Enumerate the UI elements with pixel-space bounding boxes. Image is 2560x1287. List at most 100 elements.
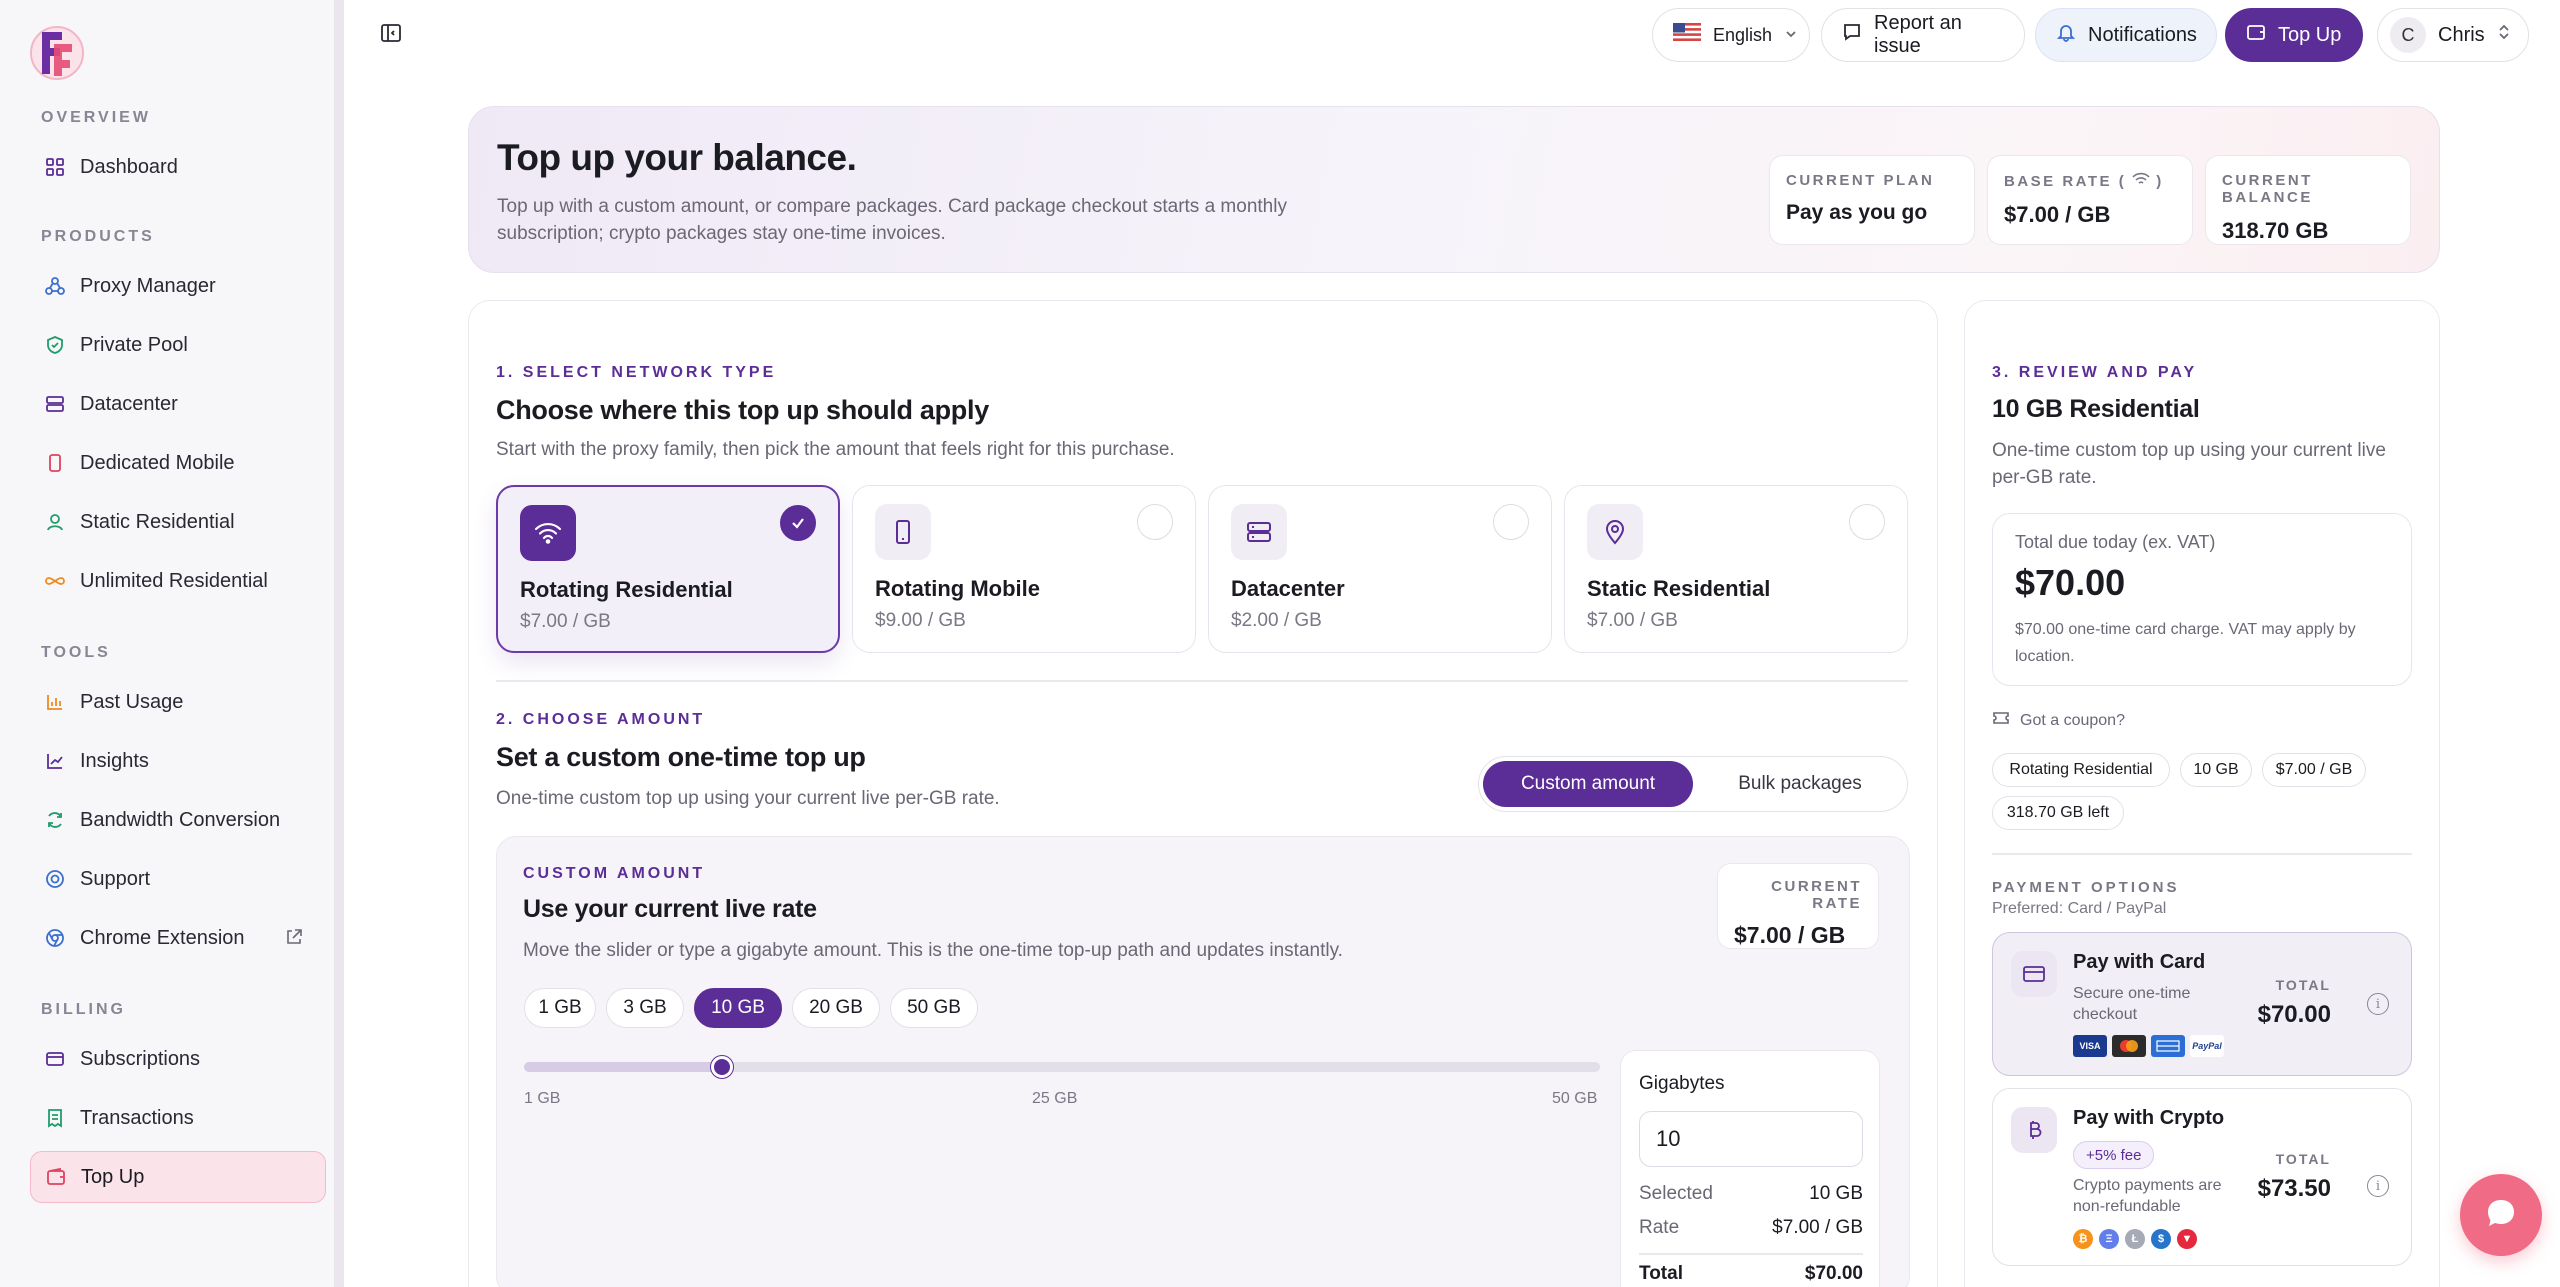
preset-1gb[interactable]: 1 GB (524, 988, 596, 1028)
phone-icon (875, 504, 931, 560)
summary-divider (1639, 1253, 1863, 1255)
network-option-static-residential[interactable]: Static Residential $7.00 / GB (1564, 485, 1908, 653)
radio-icon (1137, 504, 1173, 540)
sidebar-item-static-residential[interactable]: Static Residential (30, 496, 326, 548)
nav-section-overview: OVERVIEW (41, 109, 151, 126)
summary-value: 10 GB (1809, 1183, 1863, 1204)
sidebar-item-dedicated-mobile[interactable]: Dedicated Mobile (30, 437, 326, 489)
bell-icon (2056, 22, 2076, 48)
slider-max-label: 50 GB (1552, 1090, 1598, 1107)
phone-icon (44, 452, 66, 474)
sidebar-item-proxy-manager[interactable]: Proxy Manager (30, 260, 326, 312)
sidebar-item-dashboard[interactable]: Dashboard (30, 141, 326, 193)
litecoin-coin-icon: Ł (2125, 1229, 2145, 1249)
us-flag-icon (1673, 23, 1701, 47)
stat-value: $7.00 / GB (2004, 202, 2111, 227)
stat-label-end: ) (2156, 172, 2164, 190)
radio-icon (1849, 504, 1885, 540)
slider-min-label: 1 GB (524, 1090, 561, 1107)
summary-label: Rate (1639, 1217, 1680, 1238)
preset-20gb[interactable]: 20 GB (792, 988, 880, 1028)
preset-10gb[interactable]: 10 GB (694, 988, 782, 1028)
info-icon[interactable]: i (2367, 1175, 2389, 1197)
report-issue-button[interactable]: Report an issue (1821, 8, 2025, 62)
chevron-up-down-icon (2497, 23, 2511, 47)
refresh-icon (44, 809, 66, 831)
pay-card-total-value: $70.00 (2257, 1001, 2331, 1028)
line-chart-icon (44, 750, 66, 772)
sidebar-item-transactions[interactable]: Transactions (30, 1092, 326, 1144)
gigabytes-input[interactable]: 10 (1639, 1111, 1863, 1167)
sidebar-item-label: Private Pool (80, 333, 188, 356)
sidebar-item-unlimited-residential[interactable]: Unlimited Residential (30, 555, 326, 607)
step2-label: 2. CHOOSE AMOUNT (496, 711, 706, 728)
network-option-rotating-mobile[interactable]: Rotating Mobile $9.00 / GB (852, 485, 1196, 653)
pay-with-card-option[interactable]: Pay with Card Secure one-time checkout V… (1992, 932, 2412, 1076)
tab-custom-amount[interactable]: Custom amount (1483, 761, 1693, 807)
preset-3gb[interactable]: 3 GB (606, 988, 684, 1028)
sidebar-toggle-icon[interactable] (380, 22, 404, 46)
pay-crypto-total-value: $73.50 (2257, 1175, 2331, 1202)
step1-subtitle: Start with the proxy family, then pick t… (496, 439, 1175, 460)
user-menu[interactable]: C Chris (2377, 8, 2529, 62)
paypal-icon: PayPal (2190, 1035, 2224, 1057)
nav-section-products: PRODUCTS (41, 228, 155, 245)
hero-banner: Top up your balance. Top up with a custo… (468, 106, 2440, 273)
receipt-icon (44, 1107, 66, 1129)
info-icon[interactable]: i (2367, 993, 2389, 1015)
nav-section-billing: BILLING (41, 1001, 126, 1018)
top-up-label: Top Up (2278, 23, 2342, 46)
coupon-label: Got a coupon? (2020, 711, 2125, 729)
network-price: $7.00 / GB (520, 611, 611, 632)
pay-crypto-desc: Crypto payments are non-refundable (2073, 1177, 2222, 1215)
usdc-coin-icon: $ (2151, 1229, 2171, 1249)
language-selector[interactable]: English (1652, 8, 1810, 62)
custom-amount-title: Use your current live rate (523, 895, 817, 923)
shield-icon (44, 334, 66, 356)
total-due-value: $70.00 (2015, 562, 2126, 603)
slider-fill (524, 1062, 722, 1072)
sidebar-item-bandwidth-conversion[interactable]: Bandwidth Conversion (30, 794, 326, 846)
network-option-datacenter[interactable]: Datacenter $2.00 / GB (1208, 485, 1552, 653)
sidebar-item-label: Chrome Extension (80, 926, 245, 949)
sidebar-item-datacenter[interactable]: Datacenter (30, 378, 326, 430)
gigabyte-slider-track[interactable] (524, 1062, 1600, 1072)
language-label: English (1713, 24, 1773, 45)
sidebar-item-subscriptions[interactable]: Subscriptions (30, 1033, 326, 1085)
network-price: $9.00 / GB (875, 610, 966, 631)
brand-logo[interactable] (28, 24, 86, 82)
summary-label: Selected (1639, 1183, 1713, 1204)
stat-value: 318.70 GB (2222, 218, 2329, 243)
coupon-link[interactable]: Got a coupon? (1992, 710, 2125, 731)
sidebar-item-label: Insights (80, 749, 149, 772)
stat-label: CURRENT BALANCE (2222, 172, 2313, 206)
tab-bulk-packages[interactable]: Bulk packages (1697, 761, 1903, 807)
sidebar-item-support[interactable]: Support (30, 853, 326, 905)
network-price: $7.00 / GB (1587, 610, 1678, 631)
sidebar-item-chrome-extension[interactable]: Chrome Extension (30, 912, 326, 964)
page-description: Top up with a custom amount, or compare … (497, 196, 1287, 244)
summary-selected-row: Selected 10 GB (1639, 1183, 1863, 1205)
grid-icon (44, 156, 66, 178)
sidebar-item-insights[interactable]: Insights (30, 735, 326, 787)
sidebar-item-label: Proxy Manager (80, 274, 216, 297)
pay-with-crypto-option[interactable]: Pay with Crypto +5% fee Crypto payments … (1992, 1088, 2412, 1266)
sidebar-item-past-usage[interactable]: Past Usage (30, 676, 326, 728)
nav-section-tools: TOOLS (41, 644, 111, 661)
sidebar-item-label: Unlimited Residential (80, 569, 268, 592)
network-price: $2.00 / GB (1231, 610, 1322, 631)
crypto-fee-badge: +5% fee (2073, 1141, 2155, 1169)
top-up-button[interactable]: Top Up (2225, 8, 2363, 62)
step1-label: 1. SELECT NETWORK TYPE (496, 364, 777, 381)
network-option-rotating-residential[interactable]: Rotating Residential $7.00 / GB (496, 485, 840, 653)
notifications-button[interactable]: Notifications (2035, 8, 2217, 62)
chat-launcher-button[interactable] (2460, 1174, 2542, 1256)
pay-card-total-label: TOTAL (2275, 977, 2331, 993)
preset-50gb[interactable]: 50 GB (890, 988, 978, 1028)
sidebar-item-private-pool[interactable]: Private Pool (30, 319, 326, 371)
sidebar: OVERVIEW Dashboard PRODUCTS Proxy Manage… (0, 0, 344, 1287)
section-divider (496, 680, 1908, 682)
slider-thumb[interactable] (710, 1056, 733, 1078)
radio-icon (1493, 504, 1529, 540)
sidebar-item-top-up[interactable]: Top Up (30, 1151, 326, 1203)
